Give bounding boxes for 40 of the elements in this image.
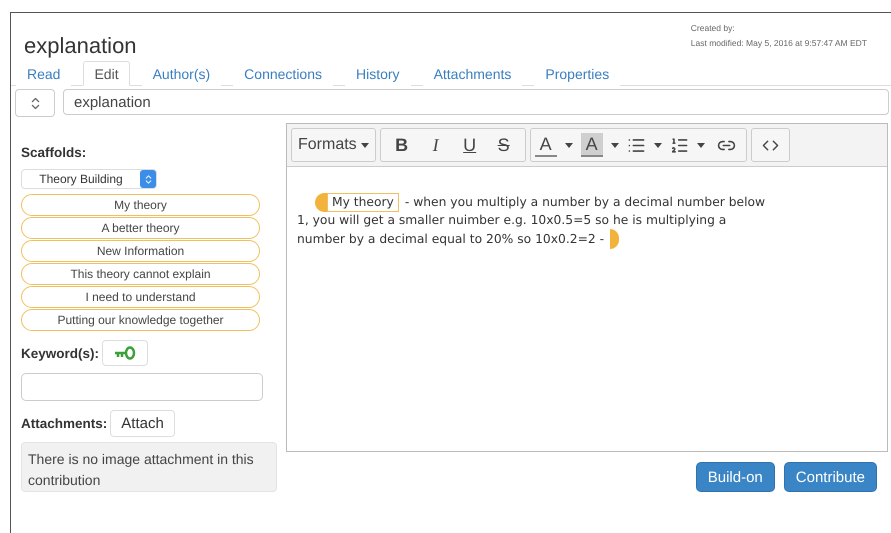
- key-icon: [114, 346, 136, 360]
- created-by-text: Created by:: [690, 23, 736, 33]
- highlight-color-button[interactable]: A: [580, 133, 603, 157]
- scaffold-start-marker: [315, 193, 327, 212]
- title-field[interactable]: explanation: [63, 89, 889, 115]
- attach-button[interactable]: Attach: [110, 410, 175, 437]
- scaffold-button[interactable]: New Information: [21, 240, 260, 262]
- last-modified-text: Last modified: May 5, 2016 at 9:57:47 AM EDT: [690, 38, 867, 48]
- caret-icon[interactable]: [564, 142, 573, 148]
- page-title: explanation: [24, 32, 137, 59]
- attachment-message: There is no image attachment in this contribution: [21, 442, 277, 492]
- keywords-label: Keyword(s):: [21, 346, 100, 360]
- caret-icon[interactable]: [654, 142, 662, 148]
- scaffold-button[interactable]: This theory cannot explain: [21, 263, 260, 285]
- scaffold-end-marker: [610, 229, 620, 249]
- contribute-button[interactable]: Contribute: [784, 462, 877, 492]
- tab[interactable]: Edit: [83, 61, 130, 86]
- caret-icon: [360, 142, 369, 148]
- scaffold-button[interactable]: I need to understand: [21, 286, 260, 308]
- editor-text: number by a decimal equal to 20% so 10x0.2=2 -: [297, 230, 604, 248]
- text-color-button[interactable]: A: [534, 133, 557, 157]
- caret-icon[interactable]: [610, 142, 619, 148]
- editor-text: - when you multiply a number by a decimal number below: [404, 194, 766, 211]
- scaffold-button[interactable]: My theory: [21, 194, 260, 216]
- build-on-button[interactable]: Build-on: [696, 462, 775, 492]
- scaffold-select[interactable]: Theory Building: [21, 169, 157, 189]
- keyword-button[interactable]: [102, 340, 148, 366]
- strikethrough-button[interactable]: S: [486, 132, 521, 158]
- scaffold-tag: My theory: [327, 193, 399, 212]
- scaffold-button[interactable]: A better theory: [21, 217, 260, 239]
- scaffold-button[interactable]: Putting our knowledge together: [21, 309, 260, 331]
- caret-icon[interactable]: [696, 142, 705, 148]
- numbered-list-icon[interactable]: [670, 136, 689, 154]
- bold-button[interactable]: B: [384, 132, 419, 158]
- italic-button[interactable]: I: [418, 132, 453, 158]
- attachments-label: Attachments:: [21, 416, 108, 431]
- keyword-field[interactable]: [21, 373, 263, 401]
- underline-button[interactable]: U: [452, 132, 487, 158]
- editor-text: 1, you will get a smaller nuimber e.g. 10x0.5=5 so he is multiplying a: [297, 212, 726, 229]
- scaffolds-label: Scaffolds:: [21, 145, 88, 160]
